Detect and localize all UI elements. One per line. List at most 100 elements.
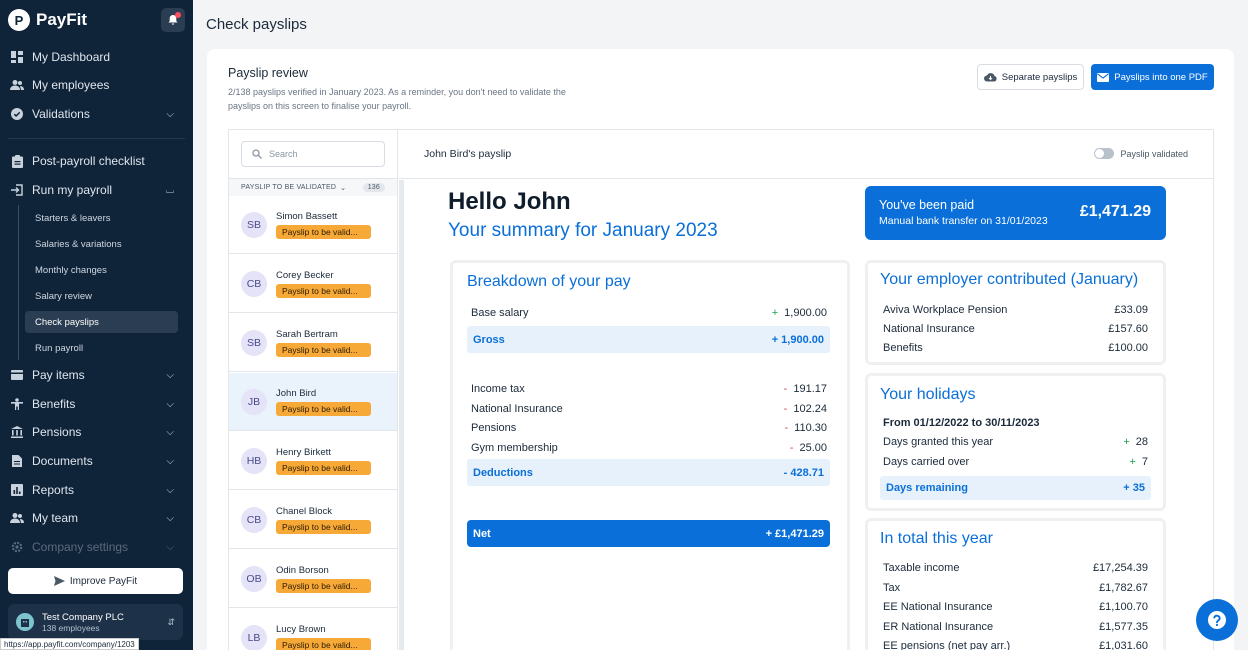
list-filter-header[interactable]: PAYSLIP TO BE VALIDATED ⌄ 136 [229, 178, 397, 196]
sidebar-item-benefits[interactable]: Benefits ⌵ [10, 393, 180, 415]
sidebar-header: P PayFit [8, 8, 185, 32]
status-badge: Payslip to be valid... [276, 342, 371, 357]
employer-row: Aviva Workplace Pension £33.09 [883, 301, 1148, 319]
row-sign: + [1129, 456, 1136, 468]
separate-payslips-label: Separate payslips [1001, 71, 1078, 83]
row-amount-group: -110.30 [785, 422, 828, 434]
employee-name: Chanel Block [276, 505, 332, 517]
sidebar-item-label: Benefits [32, 397, 76, 411]
team-icon [10, 511, 24, 525]
sidebar-item-label: Pay items [32, 368, 85, 382]
notifications-button[interactable] [161, 8, 185, 32]
breakdown-box: Breakdown of your pay Base salary +1,900… [450, 260, 850, 650]
employee-item[interactable]: OB Odin Borson Payslip to be valid... [229, 550, 397, 608]
sidebar-item-pay-items[interactable]: Pay items ⌵ [10, 364, 180, 386]
list-filter-label: PAYSLIP TO BE VALIDATED [241, 184, 337, 191]
sidebar-item-label: Run my payroll [32, 183, 113, 197]
employee-item[interactable]: LB Lucy Brown Payslip to be valid... [229, 609, 397, 650]
sidebar-subitem-salaries[interactable]: Salaries & variations [25, 233, 178, 255]
row-amount: £157.60 [1108, 323, 1148, 335]
holidays-period-text: From 01/12/2022 to 30/11/2023 [883, 417, 1040, 429]
sidebar-item-post-payroll[interactable]: Post-payroll checklist [10, 150, 180, 172]
row-amount: £17,254.39 [1092, 562, 1148, 574]
row-label: Base salary [471, 307, 529, 319]
employee-item[interactable]: SB Simon Bassett Payslip to be valid... [229, 196, 397, 254]
sidebar-subitem-salary-review[interactable]: Salary review [25, 285, 178, 307]
card-icon [10, 368, 24, 382]
employee-item[interactable]: SB Sarah Bertram Payslip to be valid... [229, 314, 397, 372]
row-label: ER National Insurance [883, 621, 994, 633]
separate-payslips-button[interactable]: Separate payslips [977, 64, 1084, 90]
deduction-row: National Insurance -102.24 [471, 400, 827, 418]
sidebar-item-validations[interactable]: Validations ⌵ [10, 103, 180, 125]
sidebar-item-run-payroll[interactable]: Run my payroll ⌴ [10, 179, 180, 201]
sidebar-item-documents[interactable]: Documents ⌵ [10, 450, 180, 472]
employer-title: Your employer contributed (January) [880, 271, 1139, 288]
deduction-row: Income tax -191.17 [471, 380, 827, 398]
row-amount-group: +7 [1129, 456, 1148, 468]
sidebar-item-employees[interactable]: My employees [10, 74, 180, 96]
row-amount: 28 [1135, 436, 1148, 448]
sidebar-subitem-run-payroll[interactable]: Run payroll [25, 337, 178, 359]
payslip-scroll-track[interactable] [399, 180, 404, 650]
sidebar-subitem-starters[interactable]: Starters & leavers [25, 207, 178, 229]
sidebar-item-my-team[interactable]: My team ⌵ [10, 507, 180, 529]
row-amount-group: +1,900.00 [772, 307, 827, 319]
employee-item[interactable]: CB Corey Becker Payslip to be valid... [229, 255, 397, 313]
check-circle-icon [10, 107, 24, 121]
row-label: EE pensions (net pay arr.) [883, 640, 1011, 650]
search-input[interactable]: Search [241, 141, 385, 167]
payslip-validated-toggle[interactable]: Payslip validated [1094, 148, 1188, 159]
sidebar-subitem-check-payslips[interactable]: Check payslips [25, 311, 178, 333]
status-badge: Payslip to be valid... [276, 578, 371, 593]
payslips-pdf-button[interactable]: Payslips into one PDF [1091, 64, 1214, 90]
employee-name: Henry Birkett [276, 446, 331, 458]
sidebar-item-label: Company settings [32, 540, 129, 554]
year-total-box: In total this year Taxable income £17,25… [865, 518, 1166, 650]
holidays-row: Days granted this year +28 [883, 433, 1148, 451]
row-label: EE National Insurance [883, 601, 993, 613]
employee-name: John Bird [276, 387, 317, 399]
logo[interactable]: P PayFit [8, 9, 87, 31]
row-amount-group: -25.00 [790, 442, 827, 454]
employee-item[interactable]: CB Chanel Block Payslip to be valid... [229, 491, 397, 549]
gear-icon [10, 540, 24, 554]
avatar: JB [241, 388, 267, 415]
row-sign: - [783, 383, 788, 395]
sidebar-item-pensions[interactable]: Pensions ⌵ [10, 421, 180, 443]
row-amount: £1,031.60 [1099, 640, 1148, 650]
chevron-up-icon: ⌴ [166, 184, 174, 196]
gross-label: Gross [473, 333, 505, 346]
sidebar-item-label: Post-payroll checklist [32, 154, 145, 168]
improve-payfit-button[interactable]: Improve PayFit [8, 568, 183, 594]
company-switcher[interactable]: Test Company PLC 138 employees ⇵ [8, 604, 183, 640]
sidebar-subitem-monthly-changes[interactable]: Monthly changes [25, 259, 178, 281]
row-label: Aviva Workplace Pension [883, 304, 1008, 316]
days-remaining-label: Days remaining [886, 482, 968, 494]
status-badge: Payslip to be valid... [276, 283, 371, 298]
bar-chart-icon [10, 483, 24, 497]
net-label: Net [473, 527, 491, 540]
status-badge: Payslip to be valid... [276, 460, 371, 475]
row-sign: - [783, 403, 788, 415]
row-amount: £33.09 [1114, 304, 1148, 316]
sidebar-item-company-settings[interactable]: Company settings ⌵ [10, 536, 180, 558]
row-label: National Insurance [883, 323, 975, 335]
sidebar-item-label: My Dashboard [32, 50, 111, 64]
breakdown-title: Breakdown of your pay [467, 273, 631, 290]
employee-item-selected[interactable]: JB John Bird Payslip to be valid... [229, 373, 397, 431]
toggle-switch[interactable] [1094, 148, 1115, 159]
holidays-period: From 01/12/2022 to 30/11/2023 [883, 414, 1148, 432]
row-label: Gym membership [471, 442, 558, 454]
row-label: Days carried over [883, 456, 970, 468]
sidebar-item-dashboard[interactable]: My Dashboard [10, 46, 180, 68]
status-badge: Payslip to be valid... [276, 224, 371, 239]
employee-item[interactable]: HB Henry Birkett Payslip to be valid... [229, 432, 397, 490]
row-sign: + [771, 307, 779, 319]
sidebar-item-reports[interactable]: Reports ⌵ [10, 479, 180, 501]
chevron-down-icon: ⌵ [166, 398, 174, 410]
help-button[interactable] [1196, 599, 1238, 641]
base-salary-row: Base salary +1,900.00 [471, 304, 827, 322]
employee-name: Lucy Brown [276, 623, 326, 635]
toggle-label: Payslip validated [1120, 148, 1188, 159]
